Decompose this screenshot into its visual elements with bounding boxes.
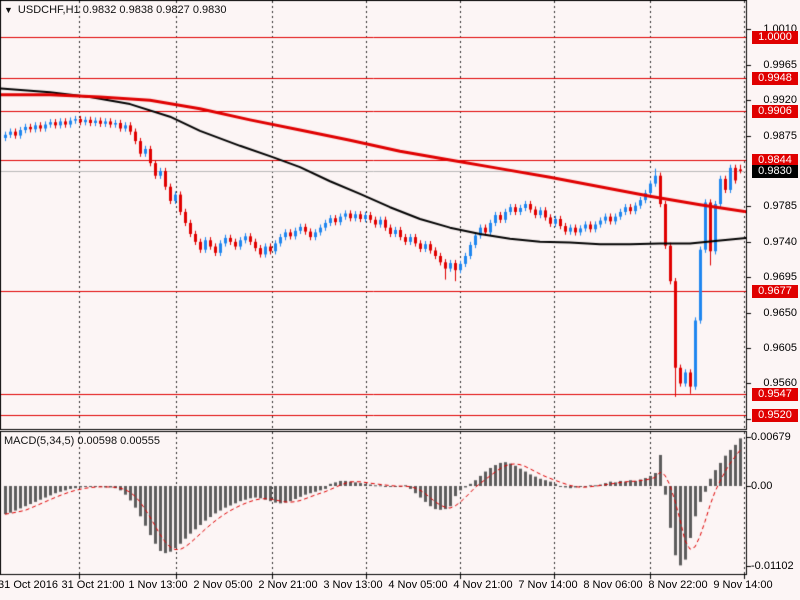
time-axis-label: 9 Nov 14:00 — [703, 579, 783, 592]
current-price-badge: 0.9830 — [752, 165, 798, 178]
price-level-badge: 0.9677 — [752, 285, 798, 298]
symbol-timeframe-label: USDCHF,H1 — [18, 4, 80, 16]
price-level-badge: 0.9906 — [752, 105, 798, 118]
price-axis-label: 0.9785 — [750, 200, 799, 213]
price-axis-label: 0.9650 — [750, 307, 799, 320]
price-axis-label: 0.9740 — [750, 236, 799, 249]
macd-indicator-label: MACD(5,34,5) 0.00598 0.00555 — [4, 435, 160, 448]
macd-values: 0.00598 0.00555 — [77, 435, 160, 447]
price-axis-label: 0.9965 — [750, 59, 799, 72]
macd-axis-label: 0.00 — [751, 480, 799, 493]
symbol-dropdown-icon[interactable]: ▼ — [4, 5, 13, 15]
price-level-badge: 0.9547 — [752, 388, 798, 401]
chart-title: ▼ USDCHF,H1 0.9832 0.9838 0.9827 0.9830 — [4, 4, 226, 17]
price-level-badge: 0.9520 — [752, 409, 798, 422]
chart-window: ▼ USDCHF,H1 0.9832 0.9838 0.9827 0.9830 M… — [0, 0, 800, 600]
price-axis-label: 0.9605 — [750, 342, 799, 355]
price-level-badge: 0.9948 — [752, 72, 798, 85]
macd-axis-label: 0.00679 — [751, 431, 799, 444]
ohlc-readout: 0.9832 0.9838 0.9827 0.9830 — [83, 4, 227, 16]
price-axis-label: 0.9695 — [750, 271, 799, 284]
price-level-badge: 1.0000 — [752, 31, 798, 44]
price-axis-label: 0.9875 — [750, 130, 799, 143]
chart-canvas[interactable] — [0, 0, 800, 600]
macd-axis-label: -0.01102 — [751, 560, 799, 573]
